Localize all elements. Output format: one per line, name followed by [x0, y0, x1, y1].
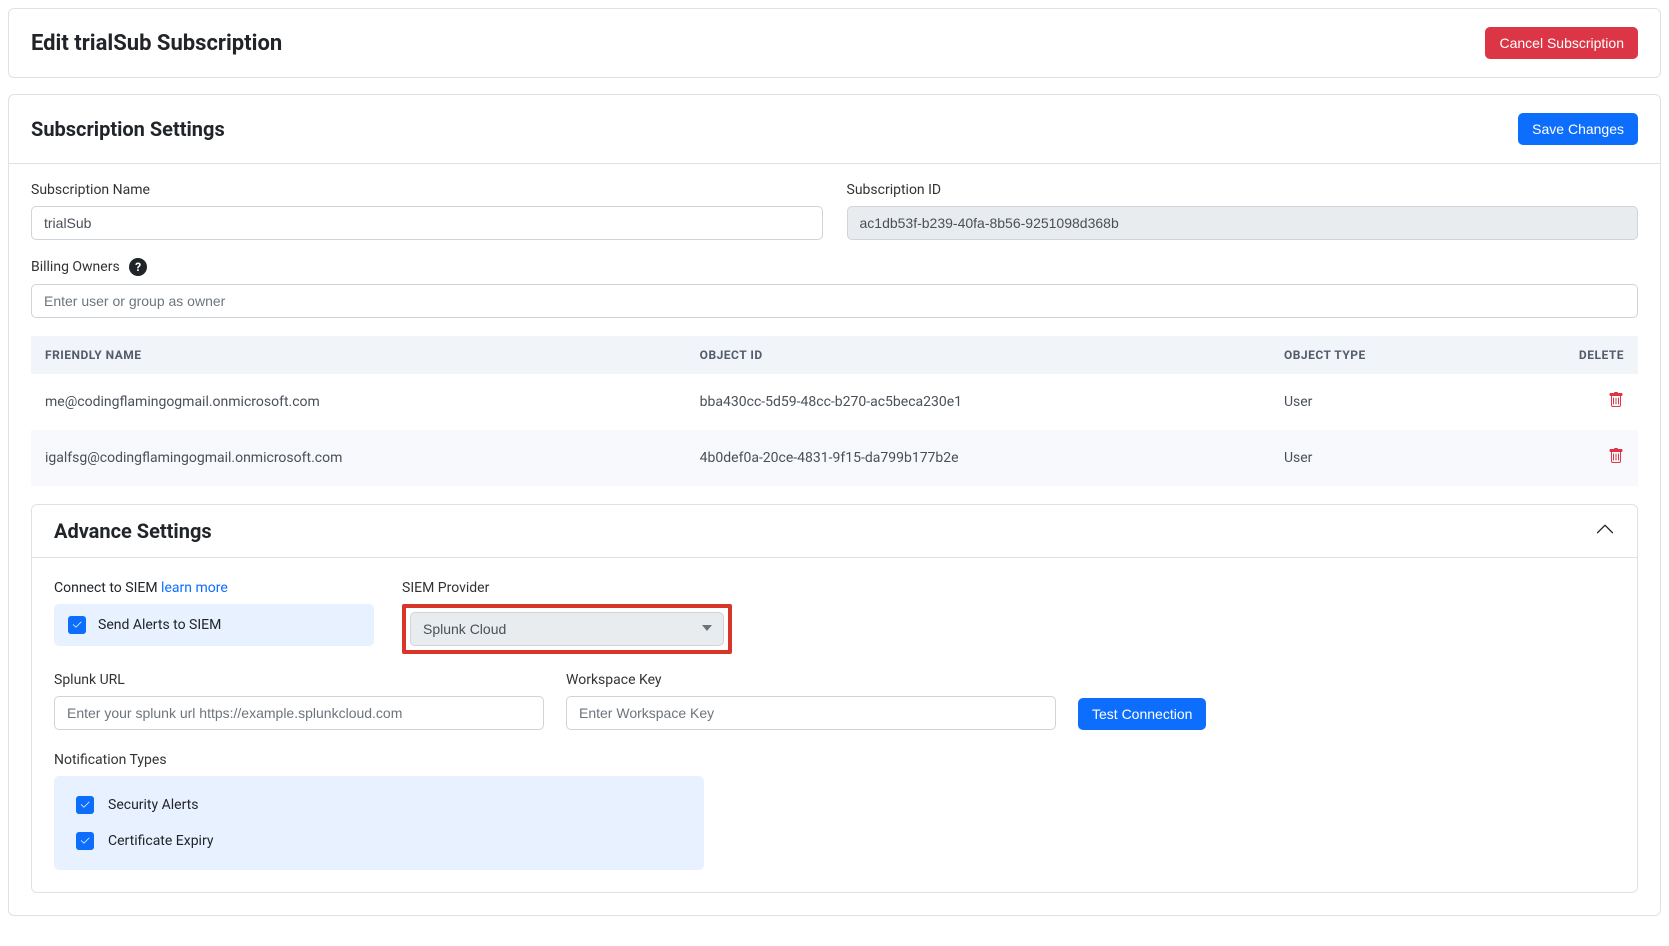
certificate-expiry-label: Certificate Expiry [108, 833, 213, 849]
col-object-id: OBJECT ID [686, 336, 1270, 374]
workspace-key-label: Workspace Key [566, 672, 1056, 688]
cell-friendly: me@codingflamingogmail.onmicrosoft.com [31, 374, 686, 430]
page-header: Edit trialSub Subscription Cancel Subscr… [9, 9, 1660, 77]
subscription-name-label: Subscription Name [31, 182, 823, 198]
subscription-id-input [847, 206, 1639, 240]
advance-settings-title: Advance Settings [54, 519, 212, 543]
trash-icon[interactable] [1608, 396, 1624, 412]
cell-object-type: User [1270, 374, 1491, 430]
chevron-up-icon [1595, 519, 1615, 543]
cancel-subscription-button[interactable]: Cancel Subscription [1485, 27, 1638, 59]
save-changes-button[interactable]: Save Changes [1518, 113, 1638, 145]
send-alerts-box: Send Alerts to SIEM [54, 604, 374, 646]
col-friendly-name: FRIENDLY NAME [31, 336, 686, 374]
billing-owners-input[interactable] [31, 284, 1638, 318]
notification-types-box: Security Alerts Certificate Expiry [54, 776, 704, 870]
splunk-url-label: Splunk URL [54, 672, 544, 688]
siem-provider-label: SIEM Provider [402, 580, 732, 596]
billing-owners-label: Billing Owners ? [31, 258, 1638, 276]
settings-header: Subscription Settings Save Changes [9, 95, 1660, 164]
connect-siem-label: Connect to SIEM learn more [54, 580, 374, 596]
learn-more-link[interactable]: learn more [161, 580, 228, 596]
subscription-id-label: Subscription ID [847, 182, 1639, 198]
notification-types-label: Notification Types [54, 752, 1615, 768]
send-alerts-label: Send Alerts to SIEM [98, 617, 221, 633]
page-title: Edit trialSub Subscription [31, 31, 282, 56]
trash-icon[interactable] [1608, 452, 1624, 468]
certificate-expiry-checkbox[interactable] [76, 832, 94, 850]
subscription-name-input[interactable] [31, 206, 823, 240]
col-object-type: OBJECT TYPE [1270, 336, 1491, 374]
cell-object-id: bba430cc-5d59-48cc-b270-ac5beca230e1 [686, 374, 1270, 430]
owners-table: FRIENDLY NAME OBJECT ID OBJECT TYPE DELE… [31, 336, 1638, 486]
table-row: me@codingflamingogmail.onmicrosoft.com b… [31, 374, 1638, 430]
cell-object-id: 4b0def0a-20ce-4831-9f15-da799b177b2e [686, 430, 1270, 486]
send-alerts-checkbox[interactable] [68, 616, 86, 634]
cell-friendly: igalfsg@codingflamingogmail.onmicrosoft.… [31, 430, 686, 486]
cell-object-type: User [1270, 430, 1491, 486]
workspace-key-input[interactable] [566, 696, 1056, 730]
table-row: igalfsg@codingflamingogmail.onmicrosoft.… [31, 430, 1638, 486]
advance-settings-toggle[interactable]: Advance Settings [32, 505, 1637, 558]
help-icon[interactable]: ? [129, 258, 147, 276]
col-delete: DELETE [1491, 336, 1638, 374]
connect-siem-text: Connect to SIEM [54, 580, 161, 596]
security-alerts-label: Security Alerts [108, 797, 198, 813]
settings-title: Subscription Settings [31, 117, 225, 141]
splunk-url-input[interactable] [54, 696, 544, 730]
test-connection-button[interactable]: Test Connection [1078, 698, 1206, 730]
billing-owners-text: Billing Owners [31, 259, 120, 275]
siem-provider-select[interactable] [410, 612, 724, 646]
siem-provider-highlight [402, 604, 732, 654]
security-alerts-checkbox[interactable] [76, 796, 94, 814]
